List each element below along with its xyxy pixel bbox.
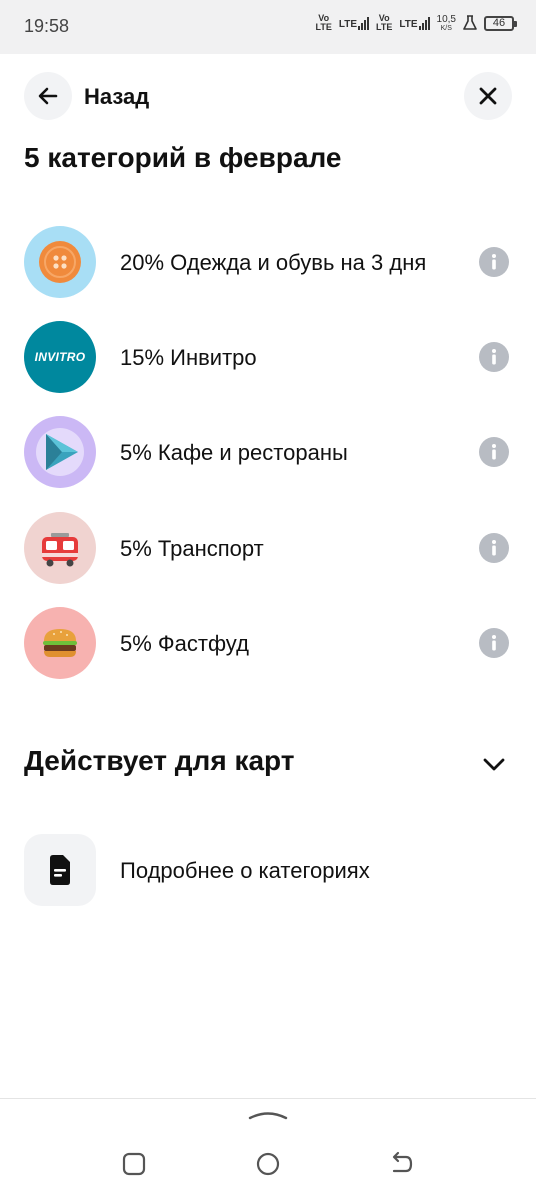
back-nav-icon[interactable] [389,1151,415,1177]
chevron-down-icon[interactable] [480,750,508,778]
battery-level: 46 [492,16,506,29]
category-item-invitro[interactable]: INVITRO 15% Инвитро [0,321,536,401]
category-icon [24,512,96,584]
button-icon [39,241,81,283]
info-button[interactable] [479,437,509,467]
close-icon [479,87,497,105]
close-button[interactable] [464,72,512,120]
page-title: 5 категорий в феврале [24,142,342,173]
tram-icon [42,533,78,567]
signal-indicator-2: LTE [399,16,430,30]
more-about-categories-link[interactable]: Подробнее о категориях [120,858,370,884]
info-button[interactable] [479,247,509,277]
category-label: 5% Фастфуд [120,631,249,656]
category-item-clothes[interactable]: 20% Одежда и обувь на 3 дня [0,226,536,306]
play-icon [36,428,84,476]
category-item-fastfood[interactable]: 5% Фастфуд [0,607,536,687]
info-icon [492,349,496,365]
system-nav-bar [0,1098,536,1200]
signal-icon [418,16,430,30]
invitro-logo: INVITRO [34,350,86,364]
home-icon[interactable] [255,1151,281,1177]
cards-section-title[interactable]: Действует для карт [24,745,294,777]
info-button[interactable] [479,342,509,372]
signal-icon [358,16,370,30]
document-button[interactable] [24,834,96,906]
info-icon [492,254,496,270]
status-time: 19:58 [24,16,70,36]
volte-indicator-1: Vo LTE [315,13,332,32]
category-item-cafe[interactable]: 5% Кафе и рестораны [0,416,536,496]
info-icon [492,540,496,556]
back-button[interactable] [24,72,72,120]
category-label: 15% Инвитро [120,345,257,370]
recent-apps-icon[interactable] [121,1151,147,1177]
category-icon [24,607,96,679]
category-item-transport[interactable]: 5% Транспорт [0,512,536,592]
signal-indicator-1: LTE [339,16,370,30]
volte-indicator-2: Vo LTE [376,13,393,32]
info-icon [492,444,496,460]
flask-icon [463,15,477,30]
category-label: 5% Кафе и рестораны [120,440,348,465]
back-label[interactable]: Назад [84,84,149,110]
battery-icon: 46 [484,15,517,31]
arrow-left-icon [38,87,58,105]
status-bar: 19:58 Vo LTE LTE Vo LTE LTE 10,5 K/S 46 [0,0,536,54]
burger-icon [43,629,77,657]
document-icon [50,855,70,885]
category-icon: INVITRO [24,321,96,393]
info-button[interactable] [479,533,509,563]
category-icon [24,416,96,488]
chevron-up-icon[interactable] [248,1107,288,1121]
network-speed: 10,5 K/S [436,13,456,32]
category-label: 5% Транспорт [120,536,264,561]
info-button[interactable] [479,628,509,658]
category-icon [24,226,96,298]
info-icon [492,635,496,651]
category-label: 20% Одежда и обувь на 3 дня [120,250,427,275]
status-icons: Vo LTE LTE Vo LTE LTE 10,5 K/S 46 [315,13,517,32]
